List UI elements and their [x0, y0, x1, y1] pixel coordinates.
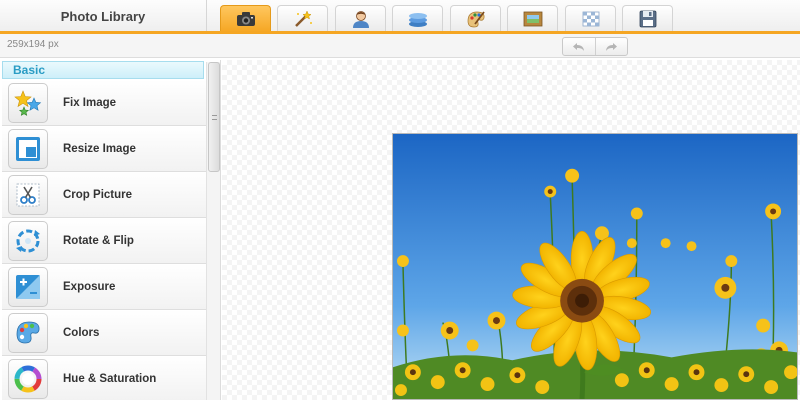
- sunflower-photo: [392, 133, 798, 400]
- stars-icon: [8, 82, 48, 123]
- section-header-basic[interactable]: Basic: [2, 61, 204, 79]
- rotate-icon: [8, 220, 48, 261]
- tool-label: Crop Picture: [63, 188, 133, 201]
- redo-button[interactable]: [594, 38, 628, 55]
- canvas-area: [222, 60, 800, 400]
- tool-rotate-flip[interactable]: Rotate & Flip: [2, 218, 206, 264]
- save-icon: [639, 10, 656, 28]
- scissors-icon: [8, 174, 48, 215]
- tab-textures[interactable]: [565, 5, 616, 32]
- sidebar-scrollbar[interactable]: [206, 62, 220, 400]
- tool-label: Hue & Saturation: [63, 372, 157, 385]
- tool-exposure[interactable]: Exposure: [2, 264, 206, 310]
- image-dimensions: 259x194 px: [7, 39, 59, 50]
- tab-effects[interactable]: [277, 5, 328, 32]
- exposure-icon: [8, 266, 48, 307]
- scrollbar-thumb[interactable]: [208, 62, 220, 172]
- undo-button[interactable]: [563, 38, 595, 55]
- top-toolbar: Photo Library: [0, 0, 800, 32]
- magic-wand-icon: [294, 10, 312, 27]
- tool-label: Rotate & Flip: [63, 234, 134, 247]
- resize-icon: [8, 128, 48, 169]
- tool-label: Exposure: [63, 280, 116, 293]
- tab-frames[interactable]: [507, 5, 558, 32]
- tool-label: Colors: [63, 326, 100, 339]
- texture-icon: [582, 11, 599, 27]
- tab-save[interactable]: [622, 5, 673, 32]
- frame-icon: [523, 11, 542, 27]
- tab-layers[interactable]: [392, 5, 443, 32]
- tab-portrait[interactable]: [335, 5, 386, 32]
- palette-brush-icon: [467, 11, 485, 28]
- sidebar: Basic Fix Image Resize Image Crop Pictur…: [0, 60, 221, 400]
- tool-label: Fix Image: [63, 96, 117, 109]
- app-title: Photo Library: [0, 0, 207, 32]
- tool-crop-picture[interactable]: Crop Picture: [2, 172, 206, 218]
- tool-label: Resize Image: [63, 142, 136, 155]
- history-buttons: [562, 37, 628, 56]
- tab-artistic[interactable]: [450, 5, 501, 32]
- info-bar: 259x194 px: [0, 34, 800, 58]
- tool-list: Fix Image Resize Image Crop Picture Rota…: [2, 80, 206, 400]
- tool-fix-image[interactable]: Fix Image: [2, 80, 206, 126]
- redo-icon: [606, 42, 618, 51]
- color-wheel-icon: [8, 358, 48, 399]
- person-icon: [352, 11, 369, 28]
- undo-icon: [572, 42, 584, 51]
- tool-resize-image[interactable]: Resize Image: [2, 126, 206, 172]
- layers-icon: [408, 13, 427, 27]
- tool-colors[interactable]: Colors: [2, 310, 206, 356]
- tool-hue-saturation[interactable]: Hue & Saturation: [2, 356, 206, 400]
- palette-icon: [8, 312, 48, 353]
- tab-camera[interactable]: [220, 5, 271, 32]
- camera-icon: [236, 12, 255, 26]
